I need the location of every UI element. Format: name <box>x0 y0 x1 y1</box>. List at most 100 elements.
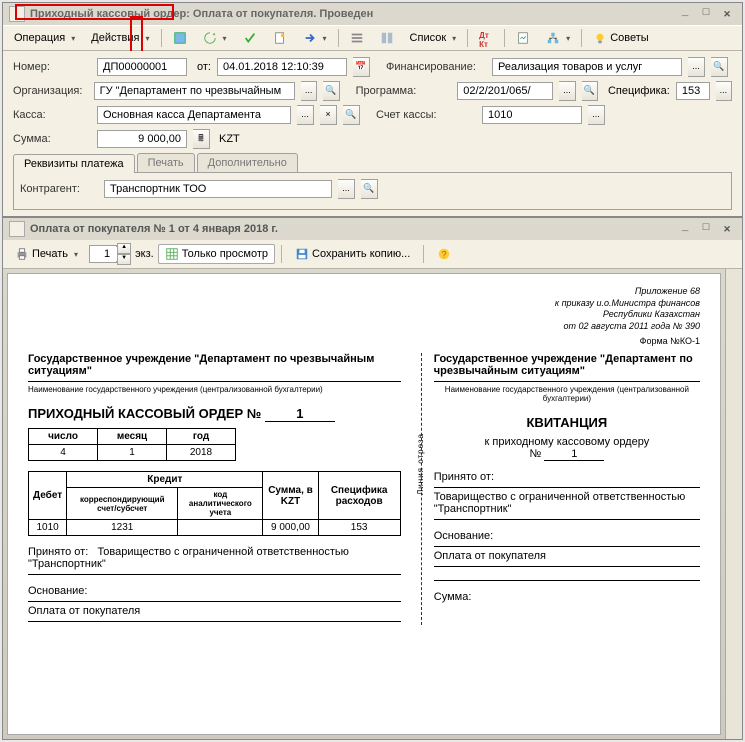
appendix-block: Приложение 68 к приказу и.о.Министра фин… <box>28 286 700 347</box>
sum-label: Сумма: <box>13 133 91 145</box>
refresh-icon[interactable] <box>196 28 234 48</box>
structure-icon[interactable] <box>539 28 577 48</box>
order-section: Государственное учреждение "Департамент … <box>28 353 401 625</box>
save-icon <box>295 247 309 261</box>
print-button[interactable]: Печать <box>8 244 85 264</box>
org-note: Наименование государственного учреждения… <box>28 385 401 394</box>
order-title: ПРИХОДНЫЙ КАССОВЫЙ ОРДЕР № 1 <box>28 406 401 422</box>
list2-icon[interactable] <box>373 28 401 48</box>
tab-additional[interactable]: Дополнительно <box>197 153 298 172</box>
check-icon[interactable] <box>236 28 264 48</box>
receipt-no: № 1 <box>434 448 700 461</box>
sum-field[interactable] <box>97 130 187 148</box>
view-only-button[interactable]: Только просмотр <box>158 244 275 264</box>
list1-icon[interactable] <box>343 28 371 48</box>
spec-field[interactable] <box>676 82 710 100</box>
prog-field[interactable] <box>457 82 553 100</box>
help-icon[interactable]: ? <box>430 244 458 264</box>
number-label: Номер: <box>13 61 91 73</box>
save-copy-button[interactable]: Сохранить копию... <box>288 244 417 264</box>
kontr-search-icon[interactable]: 🔍 <box>361 179 378 199</box>
basis-value: Оплата от покупателя <box>28 605 401 617</box>
org-label: Организация: <box>13 85 88 97</box>
form-area: Номер: от: 📅 Финансирование: ... 🔍 Орган… <box>3 51 742 216</box>
receipt-basis-label: Основание: <box>434 530 700 542</box>
preview-toolbar: Печать ▲▼ экз. Только просмотр Сохранить… <box>3 240 742 269</box>
receipt-sub: к приходному кассовому ордеру <box>434 436 700 448</box>
prog-select-button[interactable]: ... <box>559 81 575 101</box>
prog-search-icon[interactable]: 🔍 <box>582 81 598 101</box>
account-label: Счет кассы: <box>376 109 476 121</box>
main-toolbar: Операция Действия Список ДтКт Советы <box>3 25 742 51</box>
fin-search-icon[interactable]: 🔍 <box>711 57 728 77</box>
grid-icon <box>165 247 179 261</box>
spec-label: Специфика: <box>608 85 670 97</box>
kontr-label: Контрагент: <box>20 183 98 195</box>
receipt-section: Линия отреза Государственное учреждение … <box>421 353 700 625</box>
document-area[interactable]: Приложение 68 к приказу и.о.Министра фин… <box>7 273 721 735</box>
date-table: числомесяцгод 412018 <box>28 428 236 461</box>
date-label: от: <box>197 61 211 73</box>
fin-field[interactable] <box>492 58 682 76</box>
prog-label: Программа: <box>356 85 452 97</box>
received-from-row: Принято от: Товарищество с ограниченной … <box>28 546 401 570</box>
report-icon[interactable] <box>509 28 537 48</box>
tabs: Реквизиты платежа Печать Дополнительно <box>13 153 732 172</box>
printer-icon <box>15 247 29 261</box>
calculator-icon[interactable]: 🖩 <box>193 129 210 149</box>
preview-maximize-button[interactable]: □ <box>697 222 715 236</box>
actions-menu[interactable]: Действия <box>84 29 156 47</box>
receipt-sum-label: Сумма: <box>434 591 700 603</box>
date-field[interactable] <box>217 58 347 76</box>
spec-select-button[interactable]: ... <box>716 81 732 101</box>
receipt-org-note: Наименование государственного учреждения… <box>434 385 700 403</box>
kassa-field[interactable] <box>97 106 291 124</box>
dt-kt-icon[interactable]: ДтКт <box>472 28 500 48</box>
kassa-clear-button[interactable]: × <box>320 105 337 125</box>
org-select-button[interactable]: ... <box>301 81 317 101</box>
list-menu[interactable]: Список <box>403 29 464 47</box>
kassa-search-icon[interactable]: 🔍 <box>343 105 360 125</box>
main-window: Приходный кассовый ордер: Оплата от поку… <box>2 2 743 217</box>
receipt-title: КВИТАНЦИЯ <box>434 415 700 430</box>
tips-button[interactable]: Советы <box>586 28 655 48</box>
preview-window-icon <box>9 221 25 237</box>
maximize-button[interactable]: □ <box>697 7 715 21</box>
org-search-icon[interactable]: 🔍 <box>323 81 339 101</box>
close-button[interactable]: ✕ <box>718 7 736 21</box>
kontr-select-button[interactable]: ... <box>338 179 355 199</box>
copies-down[interactable]: ▼ <box>117 254 131 265</box>
tab-requisites[interactable]: Реквизиты платежа <box>13 154 135 173</box>
number-field[interactable] <box>97 58 187 76</box>
window-icon <box>9 6 25 22</box>
minimize-button[interactable]: _ <box>676 7 694 21</box>
fin-select-button[interactable]: ... <box>688 57 705 77</box>
goto-icon[interactable] <box>296 28 334 48</box>
kassa-label: Касса: <box>13 109 91 121</box>
preview-close-button[interactable]: ✕ <box>718 222 736 236</box>
window-title: Приходный кассовый ордер: Оплата от поку… <box>30 8 373 20</box>
preview-minimize-button[interactable]: _ <box>676 222 694 236</box>
svg-text:?: ? <box>442 250 447 260</box>
account-field[interactable] <box>482 106 582 124</box>
post-icon[interactable] <box>166 28 194 48</box>
kassa-select-button[interactable]: ... <box>297 105 314 125</box>
print-preview-window: Оплата от покупателя № 1 от 4 января 201… <box>2 217 743 740</box>
cut-line-label: Линия отреза <box>416 433 425 495</box>
basis-row: Основание: <box>28 585 401 597</box>
copies-up[interactable]: ▲ <box>117 243 131 254</box>
account-select-button[interactable]: ... <box>588 105 605 125</box>
kontr-field[interactable] <box>104 180 332 198</box>
vertical-scrollbar[interactable] <box>725 269 742 739</box>
receipt-org-name: Государственное учреждение "Департамент … <box>434 353 700 377</box>
doc-icon[interactable] <box>266 28 294 48</box>
tab-print[interactable]: Печать <box>137 153 195 172</box>
copies-spinner[interactable]: ▲▼ <box>89 243 131 265</box>
operation-menu[interactable]: Операция <box>7 29 82 47</box>
document: Приложение 68 к приказу и.о.Министра фин… <box>8 274 720 637</box>
org-field[interactable] <box>94 82 295 100</box>
calendar-icon[interactable]: 📅 <box>353 57 370 77</box>
currency-label: KZT <box>219 133 240 145</box>
preview-title: Оплата от покупателя № 1 от 4 января 201… <box>30 223 278 235</box>
copies-label: экз. <box>135 248 154 260</box>
